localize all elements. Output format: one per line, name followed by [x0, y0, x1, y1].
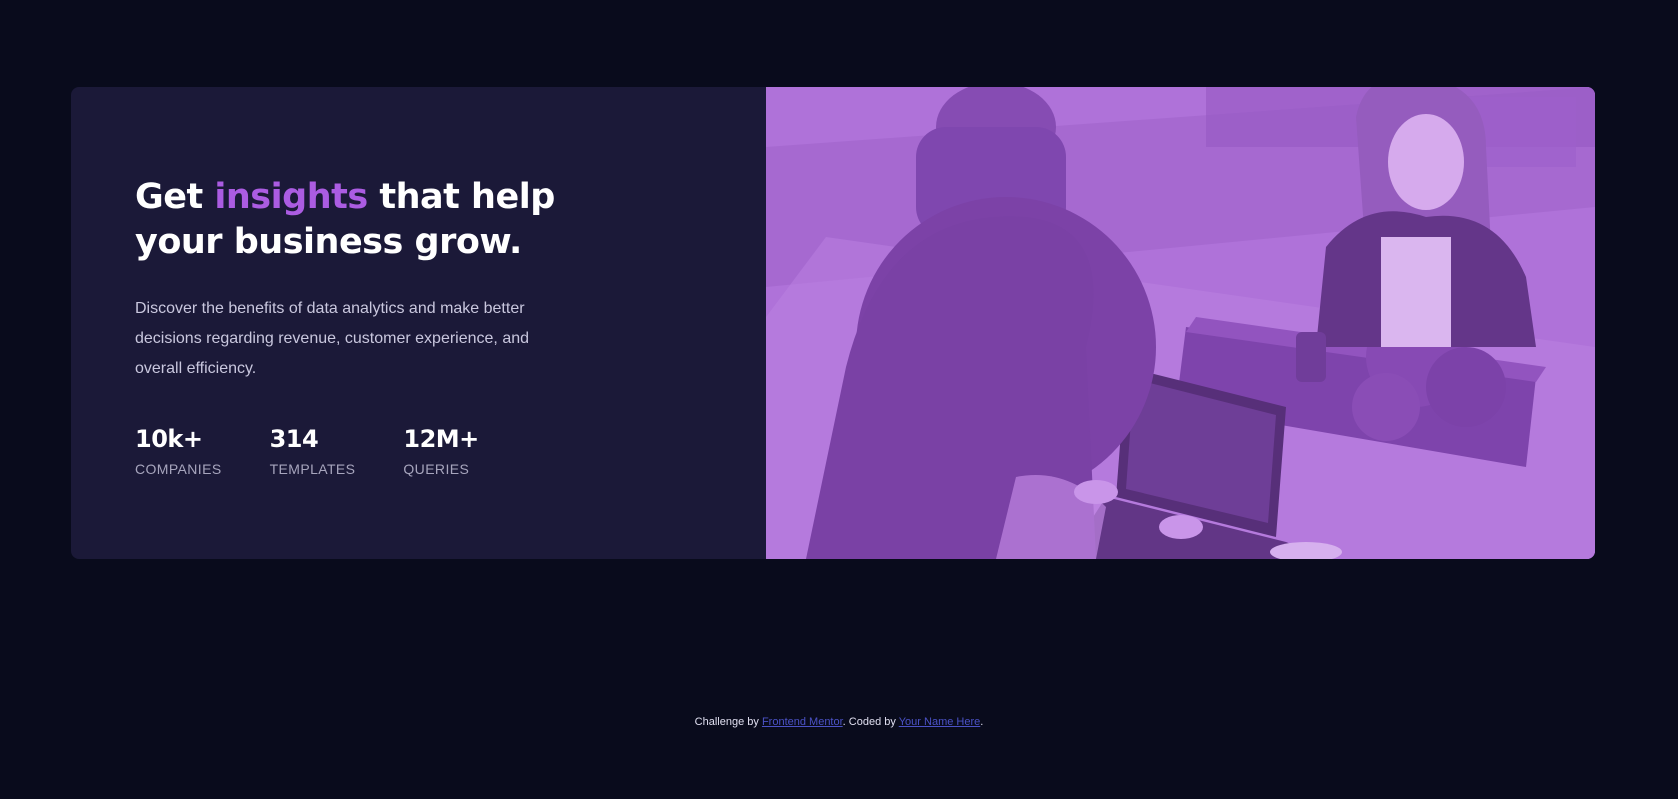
headline-start: Get [135, 177, 215, 217]
stats-preview-card: Get insights that help your business gro… [71, 87, 1595, 559]
author-link[interactable]: Your Name Here [899, 716, 981, 728]
footer-suffix: . [980, 716, 984, 728]
frontend-mentor-link[interactable]: Frontend Mentor [762, 716, 843, 728]
stat-label: Companies [135, 461, 222, 477]
headline-accent: insights [214, 177, 368, 217]
stat-label: Queries [403, 461, 470, 477]
footer-middle: . Coded by [842, 716, 899, 728]
stat-value: 10k+ [135, 425, 203, 453]
attribution-footer: Challenge by Frontend Mentor. Coded by Y… [0, 716, 1678, 728]
stat-value: 314 [269, 425, 319, 453]
photo-illustration [766, 87, 1595, 559]
headline: Get insights that help your business gro… [135, 175, 555, 265]
stat-value: 12M+ [403, 425, 479, 453]
stat-templates: 314 Templates [270, 425, 356, 477]
stats-row: 10k+ Companies 314 Templates 12M+ Querie… [135, 425, 766, 477]
team-working-photo [766, 87, 1595, 559]
footer-prefix: Challenge by [694, 716, 762, 728]
stat-label: Templates [269, 461, 356, 477]
description: Discover the benefits of data analytics … [135, 300, 530, 377]
card-content: Get insights that help your business gro… [71, 87, 766, 559]
stat-companies: 10k+ Companies [135, 425, 222, 477]
stat-queries: 12M+ Queries [403, 425, 479, 477]
